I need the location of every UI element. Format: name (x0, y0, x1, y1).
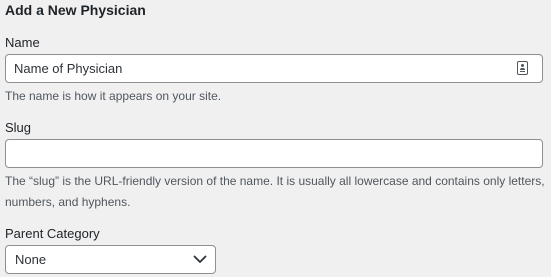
chevron-down-icon (193, 255, 207, 263)
contact-card-icon[interactable] (517, 61, 528, 75)
slug-input[interactable] (5, 139, 543, 168)
name-input[interactable] (5, 54, 543, 83)
parent-category-label: Parent Category (5, 226, 100, 241)
parent-category-select[interactable]: None (5, 245, 216, 274)
slug-label: Slug (5, 120, 32, 135)
slug-description: The “slug” is the URL-friendly version o… (5, 174, 545, 209)
name-description: The name is how it appears on your site. (5, 89, 222, 103)
name-label: Name (5, 35, 40, 50)
form-heading: Add a New Physician (5, 2, 146, 18)
parent-category-selected: None (15, 252, 47, 267)
add-physician-form: Add a New Physician Name The name is how… (0, 0, 551, 277)
